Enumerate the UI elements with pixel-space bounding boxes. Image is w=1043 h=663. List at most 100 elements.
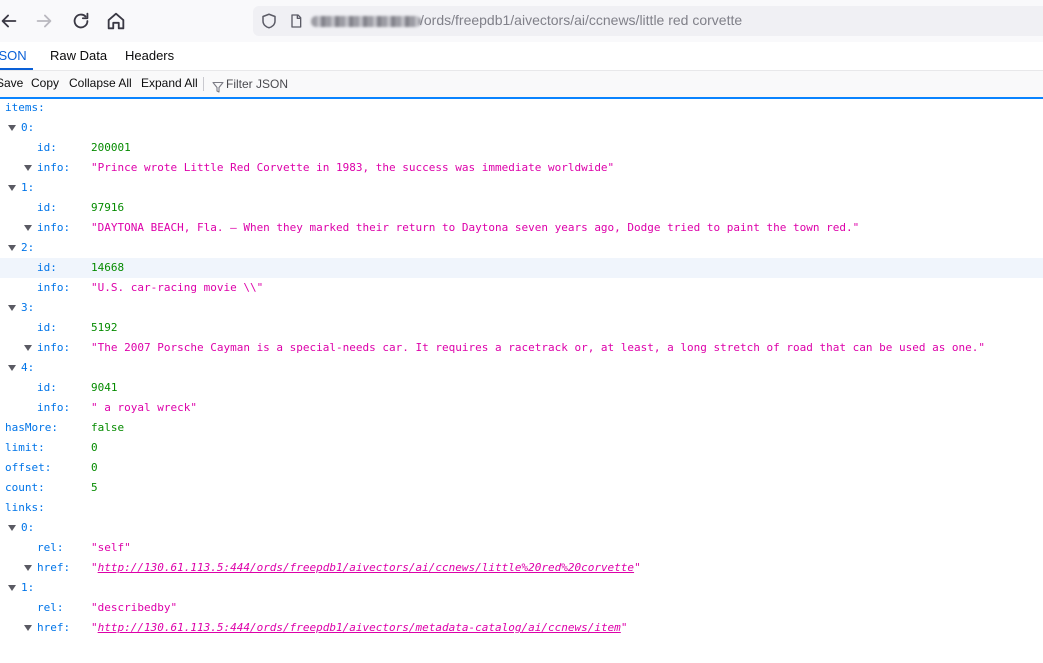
expand-triangle-icon[interactable]	[24, 565, 32, 571]
toolbar-divider	[203, 77, 204, 91]
json-row[interactable]: 0:	[0, 518, 1043, 538]
json-key: 2:	[21, 241, 35, 254]
json-value: 5	[91, 481, 98, 494]
json-row[interactable]: rel: "describedby"	[0, 598, 1043, 618]
json-link-value: "http://130.61.113.5:444/ords/freepdb1/a…	[91, 621, 628, 634]
json-row[interactable]: rel: "self"	[0, 538, 1043, 558]
back-arrow-icon[interactable]	[0, 10, 20, 32]
expand-triangle-icon[interactable]	[24, 345, 32, 351]
expand-triangle-icon[interactable]	[24, 165, 32, 171]
forward-arrow-icon[interactable]	[33, 10, 55, 32]
json-value: 14668	[91, 261, 125, 274]
json-key: id:	[37, 321, 57, 334]
json-key: id:	[37, 141, 57, 154]
json-link[interactable]: http://130.61.113.5:444/ords/freepdb1/ai…	[98, 561, 634, 574]
json-row[interactable]: info: "U.S. car-racing movie \\"	[0, 278, 1043, 298]
json-row[interactable]: id: 200001	[0, 138, 1043, 158]
expand-triangle-icon[interactable]	[8, 305, 16, 311]
json-row[interactable]: links:	[0, 498, 1043, 518]
tab-headers[interactable]: Headers	[125, 42, 174, 70]
json-value: 0	[91, 441, 98, 454]
json-row[interactable]: hasMore: false	[0, 418, 1043, 438]
json-row[interactable]: count: 5	[0, 478, 1043, 498]
json-key: limit:	[5, 441, 45, 454]
json-row[interactable]: info: "The 2007 Porsche Cayman is a speci…	[0, 338, 1043, 358]
browser-toolbar: /ords/freepdb1/aivectors/ai/ccnews/littl…	[0, 0, 1043, 43]
json-value: 5192	[91, 321, 118, 334]
home-icon[interactable]	[105, 10, 127, 32]
expand-triangle-icon[interactable]	[8, 245, 16, 251]
json-row[interactable]: info: "Prince wrote Little Red Corvette i…	[0, 158, 1043, 178]
expand-triangle-icon[interactable]	[24, 625, 32, 631]
viewer-tabs: JSON Raw Data Headers	[0, 42, 1043, 70]
expand-triangle-icon[interactable]	[8, 365, 16, 371]
url-bar[interactable]: /ords/freepdb1/aivectors/ai/ccnews/littl…	[253, 6, 1043, 36]
json-key: offset:	[5, 461, 52, 474]
json-link-value: "http://130.61.113.5:444/ords/freepdb1/a…	[91, 561, 641, 574]
json-row[interactable]: 3:	[0, 298, 1043, 318]
tab-raw-data[interactable]: Raw Data	[50, 42, 107, 70]
json-key: rel:	[37, 541, 64, 554]
reload-icon[interactable]	[70, 10, 92, 32]
json-row[interactable]: 2:	[0, 238, 1043, 258]
json-value: 200001	[91, 141, 131, 154]
expand-triangle-icon[interactable]	[8, 125, 16, 131]
json-value: "The 2007 Porsche Cayman is a special-ne…	[91, 341, 986, 354]
json-row[interactable]: id: 97916	[0, 198, 1043, 218]
copy-button[interactable]: Copy	[31, 71, 59, 97]
json-key: count:	[5, 481, 45, 494]
json-row[interactable]: info: " a royal wreck"	[0, 398, 1043, 418]
json-row[interactable]: 0:	[0, 118, 1043, 138]
json-row[interactable]: href: "http://130.61.113.5:444/ords/freep…	[0, 618, 1043, 638]
json-key: id:	[37, 381, 57, 394]
expand-all-button[interactable]: Expand All	[141, 71, 198, 97]
json-toolbar: Save Copy Collapse All Expand All	[0, 70, 1043, 99]
json-row[interactable]: href: "http://130.61.113.5:444/ords/freep…	[0, 558, 1043, 578]
save-button[interactable]: Save	[0, 71, 23, 97]
json-key: 0:	[21, 521, 35, 534]
json-row[interactable]: 4:	[0, 358, 1043, 378]
json-key: href:	[37, 561, 71, 574]
json-row[interactable]: id: 9041	[0, 378, 1043, 398]
json-row[interactable]: limit: 0	[0, 438, 1043, 458]
json-value: "self"	[91, 541, 131, 554]
redacted-host	[311, 16, 421, 27]
shield-icon[interactable]	[260, 12, 278, 30]
json-key: id:	[37, 261, 57, 274]
json-row[interactable]: items:	[0, 98, 1043, 118]
json-key: href:	[37, 621, 71, 634]
json-row[interactable]: 1:	[0, 178, 1043, 198]
expand-triangle-icon[interactable]	[8, 525, 16, 531]
json-row[interactable]: offset: 0	[0, 458, 1043, 478]
json-value: "U.S. car-racing movie \\"	[91, 281, 264, 294]
collapse-all-button[interactable]: Collapse All	[69, 71, 132, 97]
json-value: 97916	[91, 201, 125, 214]
expand-triangle-icon[interactable]	[24, 225, 32, 231]
json-key: info:	[37, 281, 71, 294]
json-value: "DAYTONA BEACH, Fla. – When they marked …	[91, 221, 860, 234]
json-key: id:	[37, 201, 57, 214]
json-key: info:	[37, 161, 71, 174]
expand-triangle-icon[interactable]	[8, 185, 16, 191]
json-row[interactable]: id: 14668	[0, 258, 1043, 278]
json-key: 4:	[21, 361, 35, 374]
tab-json[interactable]: JSON	[0, 42, 33, 70]
json-key: info:	[37, 401, 71, 414]
json-value: 9041	[91, 381, 118, 394]
json-key: info:	[37, 221, 71, 234]
url-path[interactable]: /ords/freepdb1/aivectors/ai/ccnews/littl…	[420, 12, 742, 28]
json-row[interactable]: info: "DAYTONA BEACH, Fla. – When they ma…	[0, 218, 1043, 238]
json-value: "describedby"	[91, 601, 178, 614]
json-key: info:	[37, 341, 71, 354]
filter-json-input[interactable]	[224, 74, 388, 93]
json-key: 1:	[21, 181, 35, 194]
json-value: 0	[91, 461, 98, 474]
json-row[interactable]: 1:	[0, 578, 1043, 598]
json-link[interactable]: http://130.61.113.5:444/ords/freepdb1/ai…	[98, 621, 621, 634]
json-key: 3:	[21, 301, 35, 314]
json-key: items:	[5, 101, 45, 114]
page-info-icon[interactable]	[288, 13, 304, 29]
json-row[interactable]: id: 5192	[0, 318, 1043, 338]
expand-triangle-icon[interactable]	[8, 585, 16, 591]
json-key: links:	[5, 501, 45, 514]
